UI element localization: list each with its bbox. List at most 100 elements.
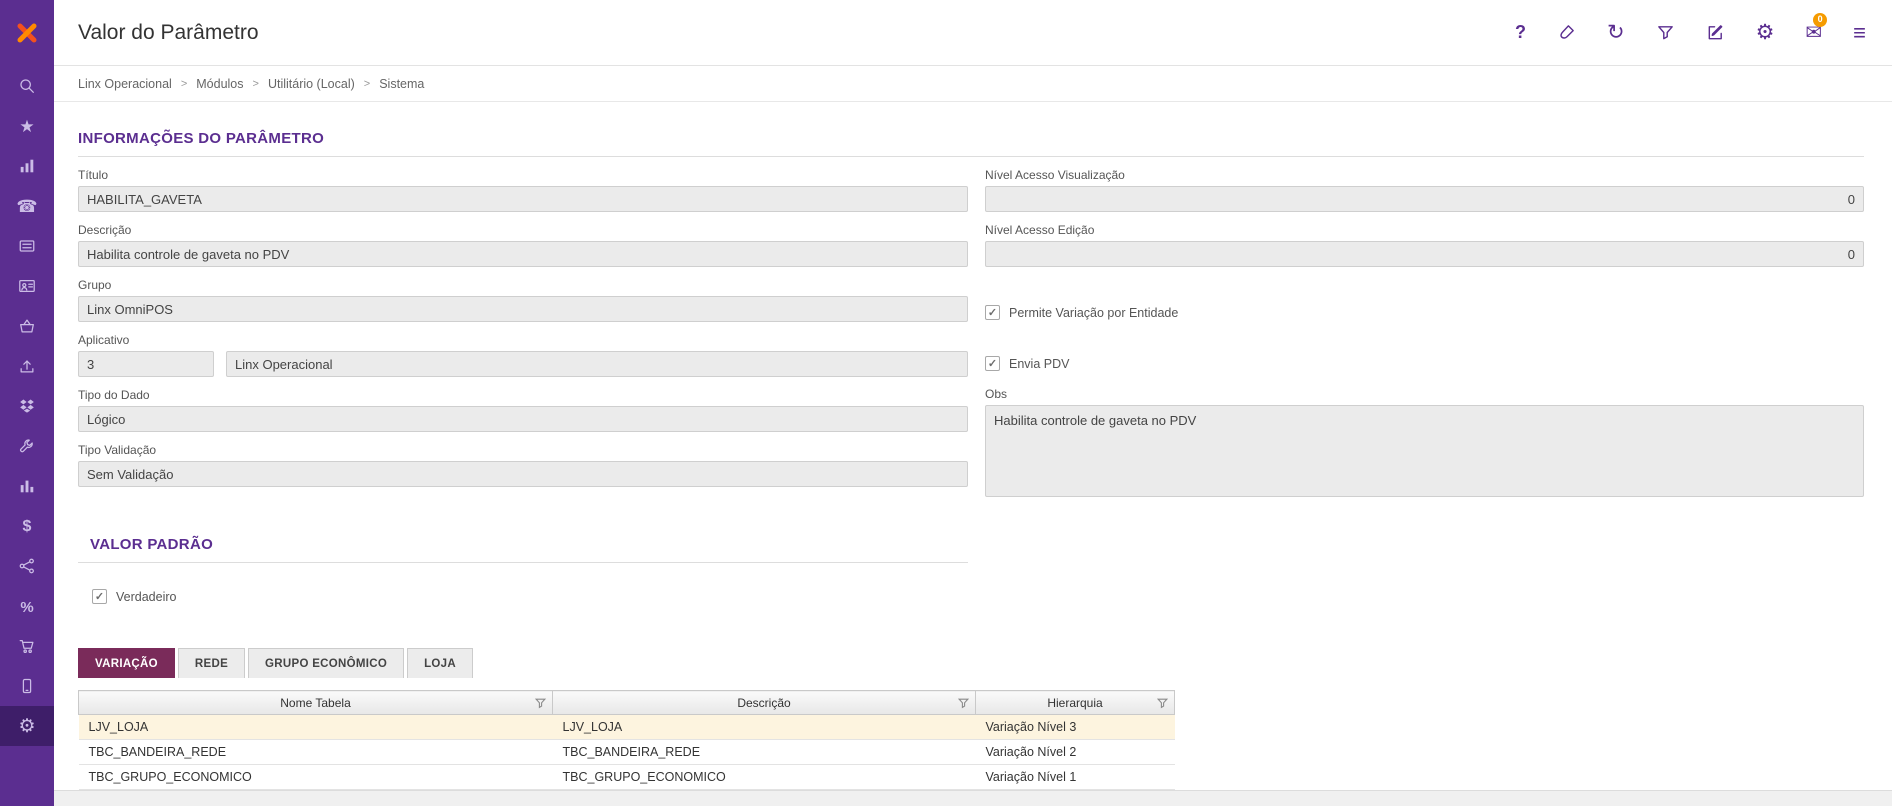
mobile-icon xyxy=(18,677,36,695)
table-row[interactable]: TBC_GRUPO_ECONOMICO TBC_GRUPO_ECONOMICO … xyxy=(79,765,1175,790)
brush-icon[interactable] xyxy=(1557,23,1576,42)
edit-icon[interactable] xyxy=(1706,23,1725,42)
refresh-icon[interactable] xyxy=(1607,22,1625,43)
table-row[interactable]: LJV_LOJA LJV_LOJA Variação Nível 3 xyxy=(79,715,1175,740)
sidebar-item-reports[interactable] xyxy=(0,146,54,186)
mail-badge: 0 xyxy=(1813,13,1827,27)
filter-icon[interactable] xyxy=(1656,23,1675,42)
search-icon xyxy=(18,77,36,95)
sidebar-item-list[interactable] xyxy=(0,226,54,266)
upload-icon xyxy=(18,357,36,375)
aplicativo-name-input[interactable] xyxy=(226,351,968,377)
aplicativo-label: Aplicativo xyxy=(78,333,968,347)
tab-variacao[interactable]: VARIAÇÃO xyxy=(78,648,175,678)
cart-icon xyxy=(18,637,36,655)
network-icon xyxy=(18,557,36,575)
tab-loja[interactable]: LOJA xyxy=(407,648,473,678)
cell-nome-tabela[interactable]: LJV_LOJA xyxy=(79,715,553,740)
section-title-informacoes: INFORMAÇÕES DO PARÂMETRO xyxy=(78,130,1864,147)
sidebar-item-favorites[interactable] xyxy=(0,106,54,146)
valor-padrao-divider xyxy=(78,562,968,563)
cell-nome-tabela[interactable]: TBC_BANDEIRA_REDE xyxy=(79,740,553,765)
breadcrumb-item[interactable]: Sistema xyxy=(379,77,424,91)
obs-label: Obs xyxy=(985,387,1864,401)
sidebar-item-phone[interactable] xyxy=(0,186,54,226)
titulo-input[interactable] xyxy=(78,186,968,212)
cell-descricao[interactable]: TBC_GRUPO_ECONOMICO xyxy=(553,765,976,790)
sidebar-item-contacts[interactable] xyxy=(0,266,54,306)
descricao-input[interactable] xyxy=(78,241,968,267)
breadcrumb-item[interactable]: Utilitário (Local) xyxy=(268,77,355,91)
tab-rede[interactable]: REDE xyxy=(178,648,245,678)
page-title: Valor do Parâmetro xyxy=(78,21,1515,45)
sidebar xyxy=(0,0,54,806)
linx-logo[interactable] xyxy=(0,0,54,66)
chart-bars-icon xyxy=(18,477,36,495)
obs-textarea[interactable]: Habilita controle de gaveta no PDV xyxy=(985,405,1864,497)
bottom-scrollbar-strip[interactable] xyxy=(54,790,1892,806)
settings-icon[interactable] xyxy=(1756,22,1775,43)
field-tipo-validacao: Tipo Validação xyxy=(78,443,968,487)
star-icon xyxy=(19,118,34,135)
sidebar-item-network[interactable] xyxy=(0,546,54,586)
help-icon[interactable] xyxy=(1515,23,1526,42)
tipo-dado-label: Tipo do Dado xyxy=(78,388,968,402)
cell-hierarquia[interactable]: Variação Nível 1 xyxy=(976,765,1175,790)
header-nome-tabela[interactable]: Nome Tabela xyxy=(79,691,553,715)
breadcrumb-item[interactable]: Linx Operacional xyxy=(78,77,172,91)
titulo-label: Título xyxy=(78,168,968,182)
grupo-input[interactable] xyxy=(78,296,968,322)
dollar-icon xyxy=(23,517,32,535)
tipo-validacao-input[interactable] xyxy=(78,461,968,487)
list-icon xyxy=(18,237,36,255)
nivel-visualizacao-input[interactable] xyxy=(985,186,1864,212)
topbar-icons: 0 xyxy=(1515,22,1866,44)
cell-descricao[interactable]: LJV_LOJA xyxy=(553,715,976,740)
envia-pdv-row: Envia PDV xyxy=(985,356,1864,371)
sidebar-item-search[interactable] xyxy=(0,66,54,106)
header-nome-tabela-label: Nome Tabela xyxy=(280,696,351,710)
sidebar-item-discounts[interactable] xyxy=(0,586,54,626)
app-window: Valor do Parâmetro 0 xyxy=(0,0,1892,806)
sidebar-item-cart[interactable] xyxy=(0,626,54,666)
cell-hierarquia[interactable]: Variação Nível 2 xyxy=(976,740,1175,765)
tipo-dado-input[interactable] xyxy=(78,406,968,432)
sidebar-item-settings[interactable] xyxy=(0,706,54,746)
breadcrumb-item[interactable]: Módulos xyxy=(196,77,243,91)
section-title-valor-padrao: VALOR PADRÃO xyxy=(78,536,1864,553)
menu-icon[interactable] xyxy=(1853,22,1866,44)
cell-nome-tabela[interactable]: TBC_GRUPO_ECONOMICO xyxy=(79,765,553,790)
field-aplicativo: Aplicativo xyxy=(78,333,968,377)
sidebar-item-basket[interactable] xyxy=(0,306,54,346)
nivel-visualizacao-label: Nível Acesso Visualização xyxy=(985,168,1864,182)
verdadeiro-label: Verdadeiro xyxy=(116,590,176,604)
sidebar-item-mobile[interactable] xyxy=(0,666,54,706)
mail-icon[interactable]: 0 xyxy=(1805,23,1822,43)
header-descricao-label: Descrição xyxy=(737,696,790,710)
tab-grupo-economico[interactable]: GRUPO ECONÔMICO xyxy=(248,648,404,678)
phone-icon xyxy=(16,198,37,215)
sidebar-item-dropbox[interactable] xyxy=(0,386,54,426)
sidebar-item-analytics[interactable] xyxy=(0,466,54,506)
header-descricao[interactable]: Descrição xyxy=(553,691,976,715)
sidebar-item-upload[interactable] xyxy=(0,346,54,386)
wrench-icon xyxy=(18,437,36,455)
content: INFORMAÇÕES DO PARÂMETRO Título Descriçã… xyxy=(54,102,1892,806)
header-hierarquia[interactable]: Hierarquia xyxy=(976,691,1175,715)
field-nivel-edicao: Nível Acesso Edição xyxy=(985,223,1864,267)
envia-pdv-checkbox[interactable] xyxy=(985,356,1000,371)
table-row[interactable]: TBC_BANDEIRA_REDE TBC_BANDEIRA_REDE Vari… xyxy=(79,740,1175,765)
filter-funnel-icon[interactable] xyxy=(535,697,546,708)
aplicativo-code-input[interactable] xyxy=(78,351,214,377)
cell-descricao[interactable]: TBC_BANDEIRA_REDE xyxy=(553,740,976,765)
nivel-edicao-input[interactable] xyxy=(985,241,1864,267)
envia-pdv-label: Envia PDV xyxy=(1009,357,1069,371)
filter-funnel-icon[interactable] xyxy=(1157,697,1168,708)
verdadeiro-checkbox[interactable] xyxy=(92,589,107,604)
cell-hierarquia[interactable]: Variação Nível 3 xyxy=(976,715,1175,740)
filter-funnel-icon[interactable] xyxy=(958,697,969,708)
field-nivel-visualizacao: Nível Acesso Visualização xyxy=(985,168,1864,212)
sidebar-item-tools[interactable] xyxy=(0,426,54,466)
permite-variacao-checkbox[interactable] xyxy=(985,305,1000,320)
sidebar-item-finance[interactable] xyxy=(0,506,54,546)
